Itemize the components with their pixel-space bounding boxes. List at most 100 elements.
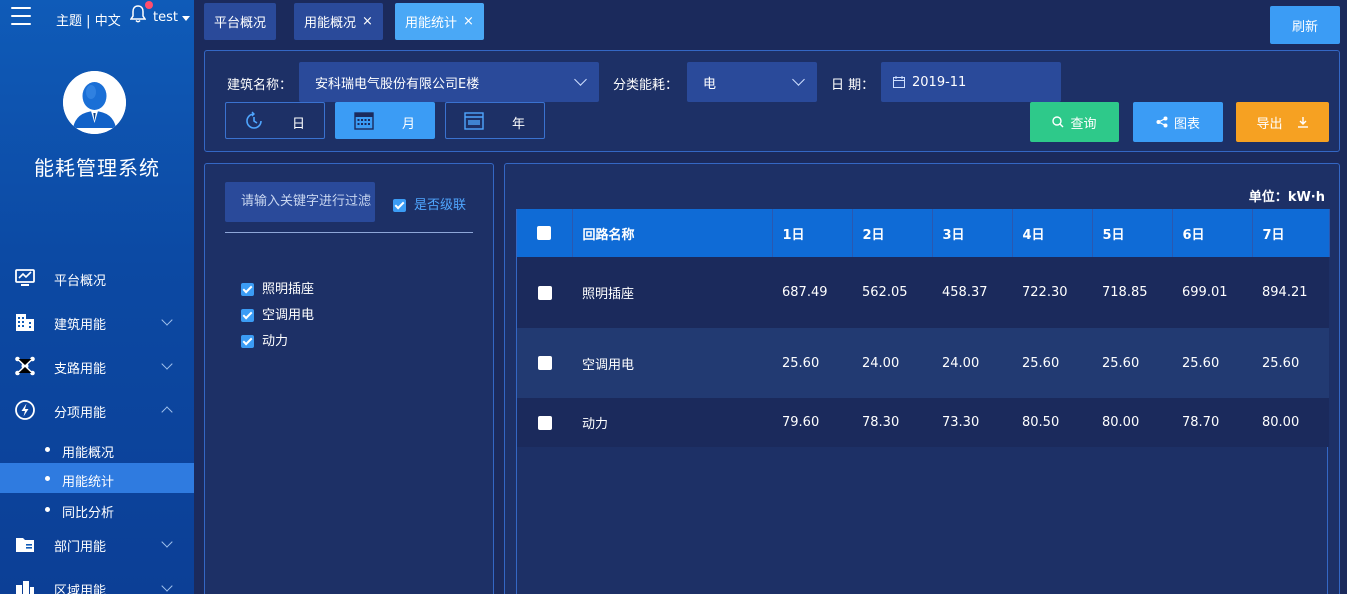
- bullet-icon: [45, 476, 50, 481]
- column-header: 4日: [1012, 209, 1093, 257]
- table-row[interactable]: 空调用电 25.60 24.00 24.00 25.60 25.60 25.60…: [517, 328, 1329, 398]
- tree-item-label: 空调用电: [262, 308, 315, 323]
- date-value: 2019-11: [912, 74, 967, 90]
- table-cell: 动力: [572, 398, 772, 447]
- table-row[interactable]: 照明插座 687.49 562.05 458.37 722.30 718.85 …: [517, 257, 1329, 328]
- period-month-button[interactable]: 月: [335, 102, 435, 139]
- query-label: 查询: [1070, 116, 1097, 132]
- lightning-icon: [15, 400, 35, 420]
- avatar: [63, 71, 126, 134]
- top-links-separator: |: [86, 14, 91, 29]
- export-button[interactable]: 导出: [1236, 102, 1329, 142]
- select-all-checkbox[interactable]: [537, 226, 552, 240]
- column-header: 7日: [1252, 209, 1330, 257]
- table-header-row: 回路名称 1日 2日 3日 4日 5日 6日 7日: [517, 209, 1330, 257]
- chevron-down-icon: [161, 358, 173, 370]
- column-header: 1日: [772, 209, 853, 257]
- select-all-cell: [517, 209, 573, 257]
- main-area: 平台概况 用能概况 × 用能统计 × 刷新 建筑名称： 安科瑞电气股份有限公司E…: [194, 0, 1347, 594]
- query-button[interactable]: 查询: [1030, 102, 1119, 142]
- theme-link[interactable]: 主题: [56, 14, 82, 29]
- category-select[interactable]: 电: [687, 62, 817, 102]
- cascade-checkbox[interactable]: 是否级联: [393, 194, 466, 213]
- clock-refresh-icon: [246, 111, 262, 129]
- sidebar-item-building-energy[interactable]: 建筑用能: [0, 300, 194, 344]
- refresh-button[interactable]: 刷新: [1270, 6, 1340, 44]
- search-icon: [1052, 116, 1064, 128]
- user-name[interactable]: test: [153, 10, 178, 25]
- tree-panel: 请输入关键字进行过滤 是否级联 照明插座 空调用电 动力: [204, 163, 494, 594]
- column-header: 回路名称: [572, 209, 773, 257]
- table-row[interactable]: 动力 79.60 78.30 73.30 80.50 80.00 78.70 8…: [517, 398, 1329, 447]
- building-select[interactable]: 安科瑞电气股份有限公司E楼: [299, 62, 599, 102]
- period-year-button[interactable]: 年: [445, 102, 545, 139]
- sidebar-item-platform-overview[interactable]: 平台概况: [0, 256, 194, 300]
- sidebar-item-label: 分项用能: [54, 406, 107, 421]
- close-icon[interactable]: ×: [362, 14, 373, 29]
- tab-label: 用能概况: [304, 16, 357, 31]
- table-cell: 78.30: [852, 398, 932, 447]
- table-cell: 24.00: [932, 328, 1012, 398]
- table-cell: 562.05: [852, 257, 932, 328]
- checkbox-checked-icon[interactable]: [241, 309, 254, 322]
- table-cell: 79.60: [772, 398, 852, 447]
- sidebar-item-itemized-energy[interactable]: 分项用能: [0, 388, 194, 432]
- tree-item-label: 动力: [262, 334, 289, 349]
- table-cell: 458.37: [932, 257, 1012, 328]
- table-cell: 722.30: [1012, 257, 1092, 328]
- tab-energy-statistics[interactable]: 用能统计 ×: [395, 3, 484, 40]
- building-icon: [16, 314, 34, 331]
- calendar-year-icon: [464, 112, 484, 130]
- menu-toggle-icon[interactable]: [11, 7, 31, 25]
- date-picker[interactable]: 2019-11: [881, 62, 1061, 102]
- tab-platform-overview[interactable]: 平台概况: [204, 3, 277, 40]
- table-cell: 24.00: [852, 328, 932, 398]
- notification-badge: [145, 1, 153, 9]
- sidebar-item-department-energy[interactable]: 部门用能: [0, 522, 194, 566]
- chevron-up-icon: [161, 406, 173, 418]
- tree-filter-input[interactable]: 请输入关键字进行过滤: [225, 182, 375, 222]
- checkbox-checked-icon[interactable]: [241, 335, 254, 348]
- period-day-button[interactable]: 日: [225, 102, 325, 139]
- unit-prefix: 单位：: [1248, 190, 1288, 205]
- checkbox-checked-icon[interactable]: [241, 283, 254, 296]
- close-icon[interactable]: ×: [463, 14, 474, 29]
- bell-icon[interactable]: [130, 5, 146, 23]
- unit-label: 单位：kW·h: [1249, 186, 1325, 205]
- table-panel: 单位：kW·h 回路名称 1日 2日 3日 4日 5日 6日 7日 照明插座 6…: [504, 163, 1340, 594]
- table-cell: 687.49: [772, 257, 852, 328]
- sidebar-subitem-yoy-analysis[interactable]: 同比分析: [0, 494, 194, 524]
- user-caret-icon[interactable]: [182, 16, 190, 21]
- row-select-cell: [517, 328, 572, 398]
- monitor-icon: [15, 269, 35, 286]
- date-label: 日 期：: [831, 78, 875, 93]
- row-checkbox[interactable]: [537, 415, 552, 430]
- sidebar-item-label: 建筑用能: [54, 318, 107, 333]
- table-cell: 25.60: [772, 328, 852, 398]
- sidebar-item-region-energy[interactable]: 区域用能: [0, 566, 194, 594]
- top-links: 主题 | 中文: [56, 10, 121, 29]
- sidebar-item-label: 区域用能: [54, 584, 107, 594]
- tree-item[interactable]: 动力: [241, 330, 288, 349]
- sidebar-item-label: 平台概况: [54, 274, 107, 289]
- language-link[interactable]: 中文: [95, 14, 121, 29]
- divider: [225, 232, 473, 233]
- tab-energy-overview[interactable]: 用能概况 ×: [294, 3, 383, 40]
- bullet-icon: [45, 447, 50, 452]
- chevron-down-icon: [161, 580, 173, 592]
- category-label: 分类能耗：: [613, 78, 679, 93]
- sidebar-subitem-energy-overview[interactable]: 用能概况: [0, 434, 194, 464]
- building-select-value: 安科瑞电气股份有限公司E楼: [315, 76, 480, 92]
- tree-item[interactable]: 空调用电: [241, 304, 314, 323]
- sidebar-item-branch-energy[interactable]: 支路用能: [0, 344, 194, 388]
- row-checkbox[interactable]: [537, 356, 552, 370]
- tree-item[interactable]: 照明插座: [241, 278, 314, 297]
- building-label: 建筑名称：: [227, 78, 293, 93]
- download-icon: [1297, 117, 1308, 128]
- row-checkbox[interactable]: [537, 285, 552, 300]
- sidebar-subitem-energy-statistics[interactable]: 用能统计: [0, 463, 194, 493]
- chart-button[interactable]: 图表: [1133, 102, 1223, 142]
- sidebar-subitem-label: 用能概况: [62, 446, 115, 461]
- column-header: 6日: [1172, 209, 1253, 257]
- period-label: 日: [292, 117, 306, 132]
